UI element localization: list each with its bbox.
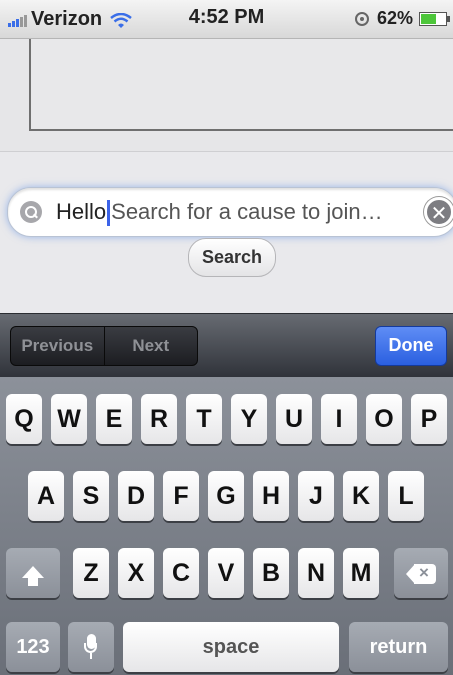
key-a[interactable]: A (28, 471, 64, 521)
key-k[interactable]: K (343, 471, 379, 521)
text-cursor (107, 200, 111, 227)
key-s[interactable]: S (73, 471, 109, 521)
search-section: Hello Search for a cause to join… ✕ Searc… (0, 152, 453, 312)
key-g[interactable]: G (208, 471, 244, 521)
keyboard-accessory-bar: Previous Next Done (0, 313, 453, 377)
space-key[interactable]: space (123, 622, 339, 672)
orientation-lock-icon (354, 11, 369, 26)
key-z[interactable]: Z (73, 548, 109, 598)
battery-icon (419, 11, 450, 26)
next-button[interactable]: Next (103, 327, 198, 365)
key-q[interactable]: Q (6, 394, 42, 444)
previous-button[interactable]: Previous (11, 327, 104, 365)
status-right: 62% (354, 8, 450, 29)
carrier-name: Verizon (31, 8, 103, 30)
key-u[interactable]: U (276, 394, 312, 444)
battery-fill (421, 13, 436, 24)
prev-next-segment: Previous Next (10, 326, 198, 366)
key-m[interactable]: M (343, 548, 379, 598)
dictation-key[interactable] (68, 622, 114, 672)
key-v[interactable]: V (208, 548, 244, 598)
content-area (0, 39, 453, 152)
key-r[interactable]: R (141, 394, 177, 444)
shift-key[interactable] (6, 548, 60, 598)
key-t[interactable]: T (186, 394, 222, 444)
search-icon (20, 201, 42, 223)
key-y[interactable]: Y (231, 394, 267, 444)
key-p[interactable]: P (411, 394, 447, 444)
clear-icon[interactable]: ✕ (424, 197, 453, 227)
key-n[interactable]: N (298, 548, 334, 598)
done-button[interactable]: Done (375, 326, 447, 366)
battery-percentage: 62% (376, 8, 413, 28)
backspace-key[interactable]: × (394, 548, 448, 598)
key-h[interactable]: H (253, 471, 289, 521)
return-key[interactable]: return (349, 622, 448, 672)
key-o[interactable]: O (366, 394, 402, 444)
key-d[interactable]: D (118, 471, 154, 521)
search-input-text[interactable]: Hello Search for a cause to join… (56, 199, 383, 227)
backspace-icon: × (406, 563, 436, 585)
shift-icon (22, 566, 44, 586)
keyboard: Q W E R T Y U I O P A S D F G H J K L Z … (0, 377, 453, 675)
search-placeholder: Search for a cause to join… (111, 199, 383, 224)
search-button[interactable]: Search (188, 238, 276, 277)
content-frame (29, 39, 453, 131)
key-e[interactable]: E (96, 394, 132, 444)
key-c[interactable]: C (163, 548, 199, 598)
key-f[interactable]: F (163, 471, 199, 521)
typed-text: Hello (56, 199, 107, 224)
status-left: Verizon (8, 8, 132, 31)
key-b[interactable]: B (253, 548, 289, 598)
key-l[interactable]: L (388, 471, 424, 521)
key-j[interactable]: J (298, 471, 334, 521)
key-i[interactable]: I (321, 394, 357, 444)
status-bar: Verizon 4:52 PM 62% (0, 0, 453, 39)
wifi-icon (110, 12, 132, 28)
signal-bars-icon (8, 13, 27, 27)
key-x[interactable]: X (118, 548, 154, 598)
search-field[interactable]: Hello Search for a cause to join… ✕ (7, 187, 453, 237)
key-w[interactable]: W (51, 394, 87, 444)
microphone-icon (84, 634, 98, 662)
numbers-key[interactable]: 123 (6, 622, 60, 672)
